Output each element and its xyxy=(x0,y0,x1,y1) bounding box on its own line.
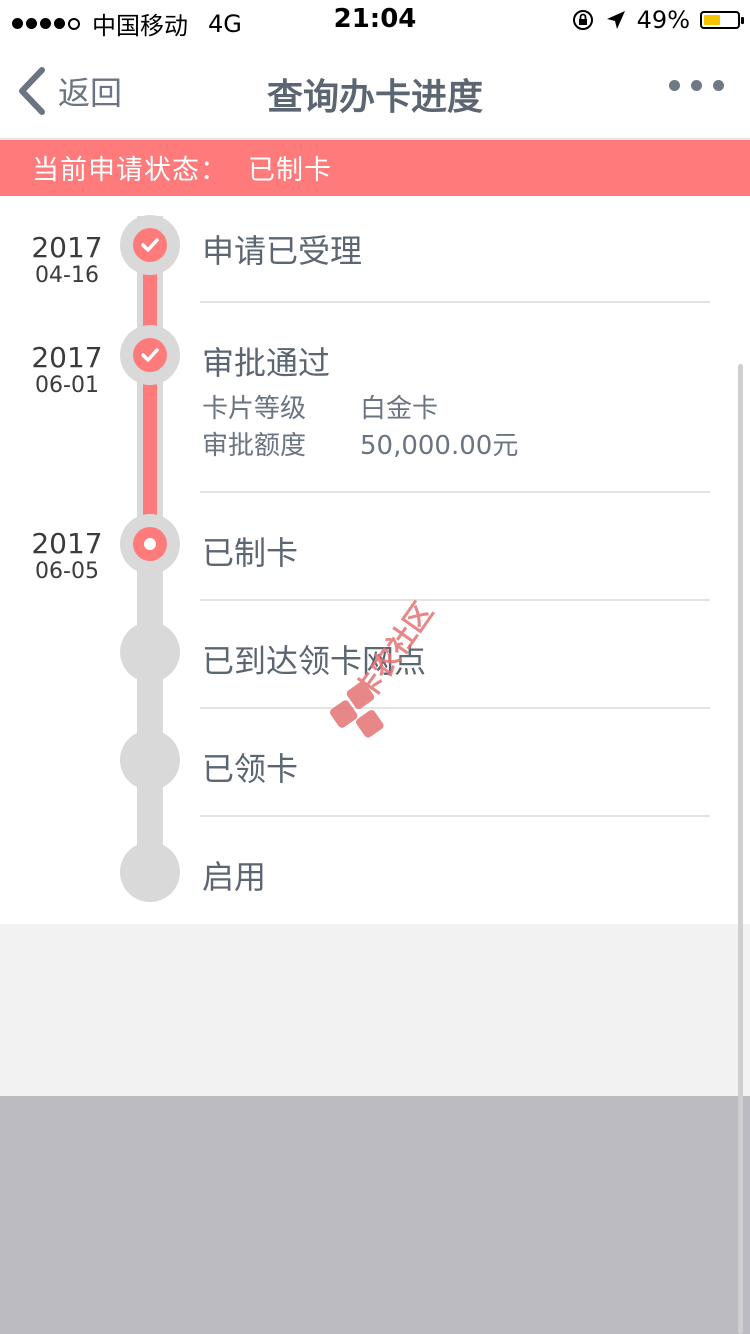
timeline-progress xyxy=(143,242,157,542)
battery-icon xyxy=(700,11,744,29)
page-title: 查询办卡进度 xyxy=(266,77,483,118)
detail-key: 审批额度 xyxy=(202,431,307,461)
step-title: 已领卡 xyxy=(202,750,299,788)
empty-gray-area xyxy=(0,924,750,1096)
divider xyxy=(200,301,710,303)
step-title: 已到达领卡网点 xyxy=(202,642,427,680)
step-node-current xyxy=(120,514,180,574)
checkmark-icon xyxy=(141,238,159,252)
step-title: 启用 xyxy=(202,858,267,896)
scrollbar[interactable] xyxy=(738,364,743,1334)
step-title: 审批通过 xyxy=(202,344,331,382)
step-year: 2017 xyxy=(31,341,103,374)
navigation-bar: 返回 查询办卡进度 xyxy=(0,40,750,140)
step-title: 已制卡 xyxy=(202,534,299,572)
battery-fill xyxy=(704,15,720,25)
checkmark-icon xyxy=(141,348,159,362)
detail-value: 白金卡 xyxy=(360,394,439,424)
divider xyxy=(200,707,710,709)
current-dot-icon xyxy=(144,538,156,550)
bottom-panel xyxy=(0,1096,750,1334)
step-month-day: 04-16 xyxy=(35,263,99,288)
step-year: 2017 xyxy=(31,527,103,560)
status-right: 49% xyxy=(571,6,744,34)
status-value: 已制卡 xyxy=(248,155,332,186)
step-date: 2017 06-01 xyxy=(22,342,112,398)
detail-value: 50,000.00元 xyxy=(360,431,519,461)
more-dots-icon[interactable] xyxy=(669,80,724,91)
step-date: 2017 04-16 xyxy=(22,232,112,288)
card-level-row: 卡片等级 白金卡 xyxy=(202,388,438,425)
divider xyxy=(200,815,710,817)
step-node-pending xyxy=(120,730,180,790)
step-year: 2017 xyxy=(31,231,103,264)
step-date: 2017 06-05 xyxy=(22,528,112,584)
progress-timeline: 2017 04-16 申请已受理 2017 06-01 审批通过 卡片等级 白金卡… xyxy=(0,196,750,924)
status-label: 当前申请状态： xyxy=(32,155,228,186)
divider xyxy=(200,491,710,493)
location-arrow-icon xyxy=(606,11,625,29)
status-bar: 中国移动 4G 21:04 49% xyxy=(0,0,750,40)
credit-limit-row: 审批额度 50,000.00元 xyxy=(202,425,518,462)
application-status-banner: 当前申请状态： 已制卡 xyxy=(0,140,750,196)
divider xyxy=(200,599,710,601)
step-node-pending xyxy=(120,842,180,902)
detail-key: 卡片等级 xyxy=(202,394,307,424)
step-title: 申请已受理 xyxy=(202,232,363,270)
battery-percent: 49% xyxy=(636,6,690,34)
orientation-lock-icon xyxy=(572,10,593,30)
step-month-day: 06-01 xyxy=(35,373,99,398)
step-node-pending xyxy=(120,622,180,682)
step-node-done xyxy=(120,325,180,385)
step-month-day: 06-05 xyxy=(35,559,99,584)
step-node-done xyxy=(120,215,180,275)
